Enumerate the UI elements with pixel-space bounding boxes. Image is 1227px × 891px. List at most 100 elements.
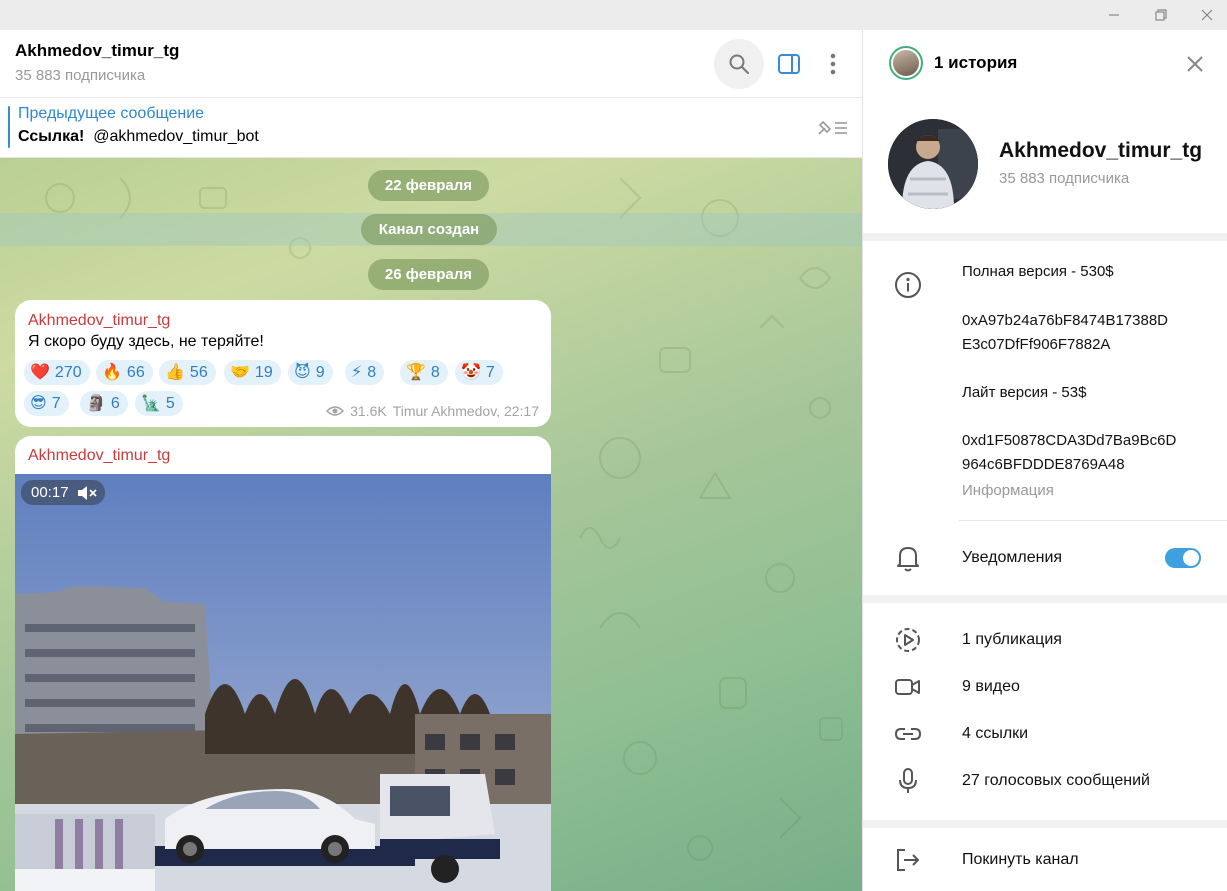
reaction-thumbs-up[interactable]: 👍 56	[159, 360, 216, 385]
story-avatar-image	[893, 50, 919, 76]
reaction-heart[interactable]: ❤️ 270	[24, 360, 90, 385]
microphone-icon	[899, 768, 917, 793]
message-author[interactable]: Akhmedov_timur_tg	[28, 312, 170, 330]
notifications-label: Уведомления	[962, 549, 1063, 566]
message-signature: Timur Akhmedov, 22:17	[392, 403, 539, 419]
sidebar-icon	[778, 54, 800, 74]
restore-icon	[1155, 9, 1167, 21]
videos-row[interactable]: 9 видео	[962, 678, 1020, 696]
story-count[interactable]: 1 история	[934, 53, 1017, 73]
bell-icon	[897, 547, 919, 572]
handshake-icon: 🤝	[230, 363, 250, 381]
notifications-toggle[interactable]	[1165, 548, 1201, 568]
leave-section: Покинуть канал	[863, 828, 1227, 891]
muted-speaker-icon[interactable]	[77, 485, 97, 501]
info-icon	[895, 272, 921, 298]
window-title-bar	[0, 0, 1227, 30]
date-separator: 22 февраля	[368, 170, 489, 201]
reaction-devil[interactable]: 😈 9	[288, 360, 333, 385]
statue-icon: 🗽	[141, 394, 161, 412]
channel-info-panel: 1 история Akhmedov_timur_tg 35 883 подпи…	[862, 30, 1227, 891]
subscriber-count: 35 883 подписчика	[15, 67, 146, 84]
reaction-sunglasses[interactable]: 😎 7	[24, 391, 69, 416]
video-camera-icon	[895, 679, 920, 695]
video-message-bubble[interactable]: Akhmedov_timur_tg 00:17	[15, 436, 551, 891]
video-duration: 00:17	[31, 484, 69, 501]
pinned-list-button[interactable]	[814, 114, 850, 142]
close-icon	[1187, 56, 1203, 72]
link-icon	[894, 728, 922, 740]
video-player[interactable]: 00:17	[15, 474, 551, 891]
reaction-clown[interactable]: 🤡 7	[455, 360, 503, 385]
close-panel-button[interactable]	[1183, 52, 1207, 76]
lightning-icon: ⚡	[351, 363, 363, 381]
info-line: Лайт версия - 53$	[962, 384, 1087, 401]
leave-icon-wrap	[893, 845, 923, 875]
minimize-button[interactable]	[1096, 0, 1132, 30]
info-line: Полная версия - 530$	[962, 263, 1114, 280]
channel-subscribers: 35 883 подписчика	[999, 170, 1130, 187]
message-author[interactable]: Akhmedov_timur_tg	[28, 447, 170, 465]
channel-avatar[interactable]	[888, 119, 978, 209]
info-section: Полная версия - 530$ 0xA97b24a76bF8474B1…	[863, 241, 1227, 595]
message-bubble[interactable]: Akhmedov_timur_tg Я скоро буду здесь, не…	[15, 300, 551, 427]
chat-title[interactable]: Akhmedov_timur_tg	[15, 41, 179, 61]
more-menu-button[interactable]	[818, 49, 848, 79]
info-line: 964c6BFDDDE8769A48	[962, 456, 1125, 473]
more-vertical-icon	[830, 53, 836, 75]
reaction-count: 7	[51, 394, 61, 412]
link-icon-wrap	[893, 719, 923, 749]
reaction-count: 66	[126, 363, 145, 381]
pinned-list-icon	[818, 120, 847, 135]
reaction-trophy[interactable]: 🏆 8	[400, 360, 448, 385]
close-window-button[interactable]	[1189, 0, 1225, 30]
leave-channel-button[interactable]: Покинуть канал	[962, 851, 1079, 869]
close-icon	[1201, 9, 1213, 21]
reaction-count: 19	[254, 363, 273, 381]
reaction-moai[interactable]: 🗿 6	[80, 391, 128, 416]
view-count: 31.6K	[350, 403, 387, 419]
story-play-icon	[896, 628, 920, 652]
pinned-message-bar[interactable]: Предыдущее сообщение Ссылка! @akhmedov_t…	[0, 98, 862, 158]
info-line: 0xA97b24a76bF8474B17388D	[962, 312, 1169, 329]
leave-icon	[897, 849, 919, 871]
pinned-link: @akhmedov_timur_bot	[93, 128, 259, 145]
channel-created-notice: Канал создан	[361, 214, 497, 245]
chat-header: Akhmedov_timur_tg 35 883 подписчика	[0, 30, 862, 98]
eye-icon	[326, 406, 345, 416]
links-row[interactable]: 4 ссылки	[962, 725, 1028, 743]
message-meta: 31.6K Timur Akhmedov, 22:17	[326, 403, 539, 419]
profile-section: 1 история Akhmedov_timur_tg 35 883 подпи…	[863, 30, 1227, 233]
reaction-count: 56	[189, 363, 208, 381]
minimize-icon	[1109, 14, 1119, 16]
search-icon	[729, 54, 749, 74]
info-line: 0xd1F50878CDA3Dd7Ba9Bc6D	[962, 432, 1177, 449]
search-button[interactable]	[714, 39, 764, 89]
info-caption: Информация	[962, 482, 1054, 499]
date-separator: 26 февраля	[368, 259, 489, 290]
chat-messages-area[interactable]: 22 февраля Канал создан 26 февраля Akhme…	[0, 158, 862, 891]
reaction-fire[interactable]: 🔥 66	[96, 360, 153, 385]
sidebar-toggle-button[interactable]	[772, 49, 806, 79]
reaction-count: 9	[315, 363, 325, 381]
video-timer: 00:17	[21, 480, 105, 505]
reaction-count: 5	[165, 394, 175, 412]
reaction-lightning[interactable]: ⚡ 8	[345, 360, 385, 385]
story-avatar[interactable]	[889, 46, 923, 80]
heart-icon: ❤️	[30, 363, 50, 381]
pinned-indicator	[8, 106, 10, 148]
sunglasses-icon: 😎	[30, 394, 47, 412]
reaction-statue[interactable]: 🗽 5	[135, 391, 183, 416]
publications-row[interactable]: 1 публикация	[962, 631, 1062, 649]
fire-icon: 🔥	[102, 363, 122, 381]
pinned-text: Ссылка! @akhmedov_timur_bot	[18, 128, 259, 146]
reaction-handshake[interactable]: 🤝 19	[224, 360, 281, 385]
info-icon-wrap	[893, 270, 923, 300]
divider	[959, 520, 1227, 521]
reaction-count: 7	[485, 363, 495, 381]
pinned-title: Предыдущее сообщение	[18, 105, 205, 122]
trophy-icon: 🏆	[406, 363, 426, 381]
channel-name: Akhmedov_timur_tg	[999, 139, 1203, 162]
voice-messages-row[interactable]: 27 голосовых сообщений	[962, 772, 1150, 790]
restore-button[interactable]	[1143, 0, 1179, 30]
